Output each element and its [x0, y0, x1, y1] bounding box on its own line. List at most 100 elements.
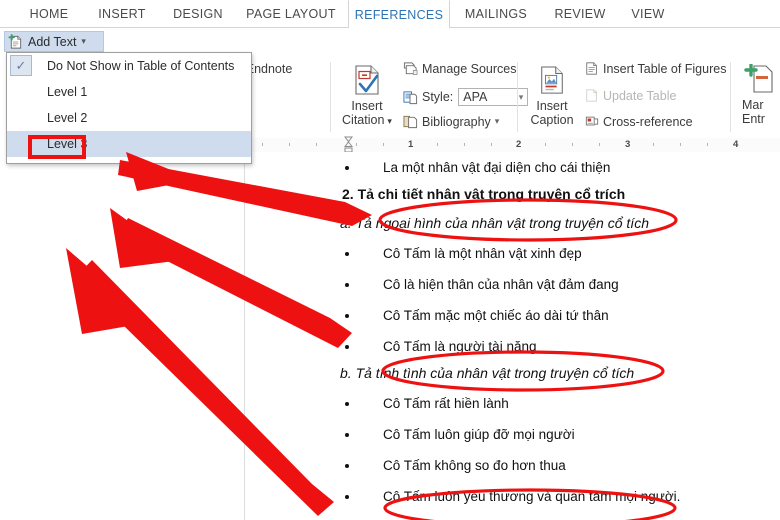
tab-label: PAGE LAYOUT: [246, 7, 336, 21]
menu-item-do-not-show[interactable]: ✓ Do Not Show in Table of Contents: [7, 53, 251, 79]
tab-insert[interactable]: INSERT: [88, 0, 156, 28]
tab-review[interactable]: REVIEW: [544, 0, 616, 28]
bullet-text: Cô Tấm luôn yêu thương và quan tâm mọi n…: [383, 489, 681, 504]
document-subheading-a: a. Tả ngoại hình của nhân vật trong truy…: [340, 215, 649, 231]
insert-caption-line2: Caption: [530, 113, 574, 127]
chevron-down-icon[interactable]: ▾: [519, 92, 524, 103]
svg-text:!: !: [595, 91, 597, 98]
menu-item-level-1[interactable]: Level 1: [7, 79, 251, 105]
document-bullet-item: La một nhân vật đại diện cho cái thiện: [345, 160, 610, 175]
tab-label: HOME: [29, 7, 69, 21]
style-label: Style:: [422, 90, 454, 104]
document-page[interactable]: La một nhân vật đại diện cho cái thiện 2…: [245, 152, 780, 520]
bullet-icon: [345, 166, 349, 170]
subheading-text: b. Tả tính tình của nhân vật trong truyệ…: [340, 365, 635, 381]
update-table-icon: !: [586, 89, 597, 102]
heading-text: 2. Tả chi tiết nhân vật trong truyện cổ …: [342, 186, 626, 202]
tab-label: VIEW: [631, 7, 665, 21]
bullet-text: Cô Tấm mặc một chiếc áo dài tứ thân: [383, 308, 609, 323]
horizontal-ruler[interactable]: [245, 138, 780, 289]
document-bullet-item: Cô Tấm luôn yêu thương và quan tâm mọi n…: [345, 489, 680, 504]
word-window: HOME INSERT DESIGN PAGE LAYOUT REFERENCE…: [0, 0, 780, 520]
mark-entry-icon: [744, 64, 773, 93]
document-left-margin-area: [0, 138, 245, 520]
tab-mailings[interactable]: MAILINGS: [452, 0, 540, 28]
insert-citation-line2: Citation: [342, 113, 385, 127]
ruler-number: 1: [408, 139, 414, 150]
style-icon: [403, 90, 418, 104]
tab-label: REFERENCES: [354, 8, 444, 22]
group-separator: [330, 62, 331, 132]
bullet-text: Cô Tấm không so đo hơn thua: [383, 458, 566, 473]
bibliography-icon: [403, 115, 418, 129]
bibliography-label: Bibliography: [422, 114, 491, 129]
update-table-button[interactable]: ! Update Table: [585, 88, 676, 103]
bullet-icon: [345, 314, 349, 318]
document-subheading-b: b. Tả tính tình của nhân vật trong truyệ…: [340, 365, 634, 381]
bullet-text: La một nhân vật đại diện cho cái thiện: [383, 160, 611, 175]
insert-caption-icon: [541, 66, 563, 94]
tab-view[interactable]: VIEW: [620, 0, 676, 28]
insert-citation-line1: Insert: [351, 99, 383, 113]
document-bullet-item: Cô Tấm không so đo hơn thua: [345, 458, 566, 473]
group-separator: [730, 62, 731, 132]
citation-style-value: APA: [463, 90, 488, 104]
insert-table-of-figures-label: Insert Table of Figures: [603, 61, 727, 76]
tab-label: REVIEW: [554, 7, 606, 21]
bullet-icon: [345, 283, 349, 287]
group-separator: [517, 62, 518, 132]
manage-sources-button[interactable]: Manage Sources: [403, 61, 517, 76]
document-bullet-item: Cô là hiện thân của nhân vật đảm đang: [345, 277, 619, 292]
bullet-icon: [345, 402, 349, 406]
chevron-down-icon[interactable]: ▾: [495, 116, 500, 127]
menu-item-level-2[interactable]: Level 2: [7, 105, 251, 131]
mark-entry-button[interactable]: Mar Entr: [742, 64, 780, 126]
check-glyph: ✓: [15, 57, 27, 73]
cross-reference-label: Cross-reference: [603, 114, 693, 129]
tab-design[interactable]: DESIGN: [162, 0, 234, 28]
insert-table-of-figures-button[interactable]: Insert Table of Figures: [585, 61, 726, 76]
ruler-number: 4: [733, 139, 739, 150]
document-bullet-item: Cô Tấm là một nhân vật xinh đẹp: [345, 246, 582, 261]
mark-entry-line2: Entr: [742, 112, 765, 126]
bullet-icon: [345, 495, 349, 499]
subheading-text: a. Tả ngoại hình của nhân vật trong truy…: [340, 215, 649, 231]
document-bullet-item: Cô Tấm rất hiền lành: [345, 396, 509, 411]
bullet-text: Cô Tấm là một nhân vật xinh đẹp: [383, 246, 582, 261]
bullet-text: Cô Tấm luôn giúp đỡ mọi người: [383, 427, 575, 442]
tab-references[interactable]: REFERENCES: [348, 0, 450, 30]
tab-label: DESIGN: [173, 7, 223, 21]
add-text-button[interactable]: Add Text ▾: [4, 31, 104, 52]
chevron-down-icon[interactable]: ▾: [81, 36, 86, 47]
citation-style-row: Style: APA ▾: [403, 88, 529, 106]
menu-item-label: Level 2: [47, 111, 88, 125]
menu-item-label: Level 1: [47, 85, 88, 99]
bullet-text: Cô Tấm là người tài năng: [383, 339, 537, 354]
tab-page-layout[interactable]: PAGE LAYOUT: [236, 0, 346, 28]
table-of-figures-icon: [586, 62, 597, 75]
document-bullet-item: Cô Tấm là người tài năng: [345, 339, 536, 354]
ruler-number: 2: [516, 139, 522, 150]
bullet-icon: [345, 345, 349, 349]
manage-sources-icon: [403, 62, 418, 75]
chevron-down-icon[interactable]: ▾: [387, 116, 392, 126]
bullet-icon: [345, 252, 349, 256]
document-heading: 2. Tả chi tiết nhân vật trong truyện cổ …: [342, 186, 625, 202]
document-bullet-item: Cô Tấm luôn giúp đỡ mọi người: [345, 427, 575, 442]
cross-reference-button[interactable]: Cross-reference: [585, 114, 693, 129]
ribbon-tab-bar: HOME INSERT DESIGN PAGE LAYOUT REFERENCE…: [0, 0, 780, 30]
tab-label: MAILINGS: [464, 7, 528, 21]
bibliography-button[interactable]: Bibliography ▾: [403, 114, 499, 129]
annotation-box-level-3: [28, 135, 86, 159]
check-icon: ✓: [10, 55, 32, 76]
tab-home[interactable]: HOME: [18, 0, 80, 28]
menu-item-label: Do Not Show in Table of Contents: [47, 59, 235, 73]
bullet-icon: [345, 464, 349, 468]
add-text-icon: [8, 33, 22, 49]
bullet-icon: [345, 433, 349, 437]
ruler-number: 3: [625, 139, 631, 150]
insert-citation-icon: [355, 65, 379, 95]
insert-citation-button[interactable]: Insert Citation ▾: [336, 64, 398, 128]
bullet-text: Cô là hiện thân của nhân vật đảm đang: [383, 277, 619, 292]
insert-caption-button[interactable]: Insert Caption: [524, 64, 580, 127]
